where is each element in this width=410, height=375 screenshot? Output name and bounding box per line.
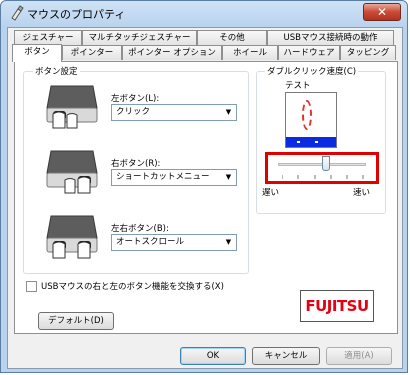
ok-button[interactable]: OK <box>180 347 246 365</box>
apply-button[interactable]: 適用(A) <box>326 347 392 365</box>
tab-gesture[interactable]: ジェスチャー <box>14 30 82 45</box>
default-button[interactable]: デフォルト(D) <box>38 312 114 330</box>
both-buttons-value: オートスクロール <box>116 237 185 247</box>
tab-pointer-options[interactable]: ポインター オプション <box>122 45 222 60</box>
speed-slider-thumb[interactable] <box>322 156 331 171</box>
chevron-down-icon: ▼ <box>225 173 232 181</box>
speed-slider-ticks <box>282 175 364 179</box>
test-folder-icon <box>302 100 312 130</box>
tab-tapping[interactable]: タッピング <box>340 45 396 60</box>
mouse-left-button-illustration <box>45 84 99 130</box>
tab-buttons[interactable]: ボタン <box>12 44 62 62</box>
both-buttons-label: 左右ボタン(B): <box>111 224 169 234</box>
double-click-test-area[interactable] <box>285 92 337 148</box>
close-button[interactable]: ✕ <box>363 3 401 21</box>
mouse-properties-window: マウスのプロパティ ✕ ジェスチャー マルチタッチジェスチャー その他 USBマ… <box>0 0 408 373</box>
window-title: マウスのプロパティ <box>27 8 126 21</box>
right-button-label: 右ボタン(R): <box>111 159 161 169</box>
swap-buttons-label: USBマウスの右と左のボタン機能を交換する(X) <box>41 282 224 292</box>
mouse-right-button-illustration <box>45 149 99 195</box>
fujitsu-logo-text: FUJITSU <box>305 297 369 315</box>
speed-slider-highlight <box>265 152 379 184</box>
test-area-label: テスト <box>285 81 311 91</box>
tab-wheel[interactable]: ホイール <box>222 45 278 60</box>
both-buttons-select[interactable]: オートスクロール ▼ <box>111 234 237 251</box>
mouse-icon <box>9 5 25 21</box>
dialog-body: ジェスチャー マルチタッチジェスチャー その他 USBマウス接続時の動作 ボタン… <box>7 27 403 369</box>
mouse-both-buttons-illustration <box>45 214 99 260</box>
left-button-select[interactable]: クリック ▼ <box>111 104 237 121</box>
speed-slow-label: 遅い <box>262 188 280 198</box>
left-button-label: 左ボタン(L): <box>111 94 160 104</box>
tab-pointer[interactable]: ポインター <box>62 45 122 60</box>
chevron-down-icon: ▼ <box>225 238 232 246</box>
double-click-speed-label: ダブルクリック速度(C) <box>265 65 359 77</box>
right-button-value: ショートカットメニュー <box>116 172 210 182</box>
cancel-button[interactable]: キャンセル <box>252 347 320 365</box>
right-button-select[interactable]: ショートカットメニュー ▼ <box>111 169 237 186</box>
button-settings-label: ボタン設定 <box>33 65 80 77</box>
tab-usb-mouse-connect[interactable]: USBマウス接続時の動作 <box>267 30 394 45</box>
swap-buttons-checkbox[interactable] <box>26 281 37 292</box>
title-bar[interactable]: マウスのプロパティ ✕ <box>1 1 407 25</box>
tab-multitouch-gesture[interactable]: マルチタッチジェスチャー <box>82 30 197 45</box>
chevron-down-icon: ▼ <box>225 108 232 116</box>
test-area-bar <box>286 137 336 147</box>
fujitsu-logo: FUJITSU <box>300 290 374 322</box>
tab-other[interactable]: その他 <box>197 30 267 45</box>
left-button-value: クリック <box>116 107 151 117</box>
tab-hardware[interactable]: ハードウェア <box>278 45 340 60</box>
speed-fast-label: 速い <box>353 188 371 198</box>
